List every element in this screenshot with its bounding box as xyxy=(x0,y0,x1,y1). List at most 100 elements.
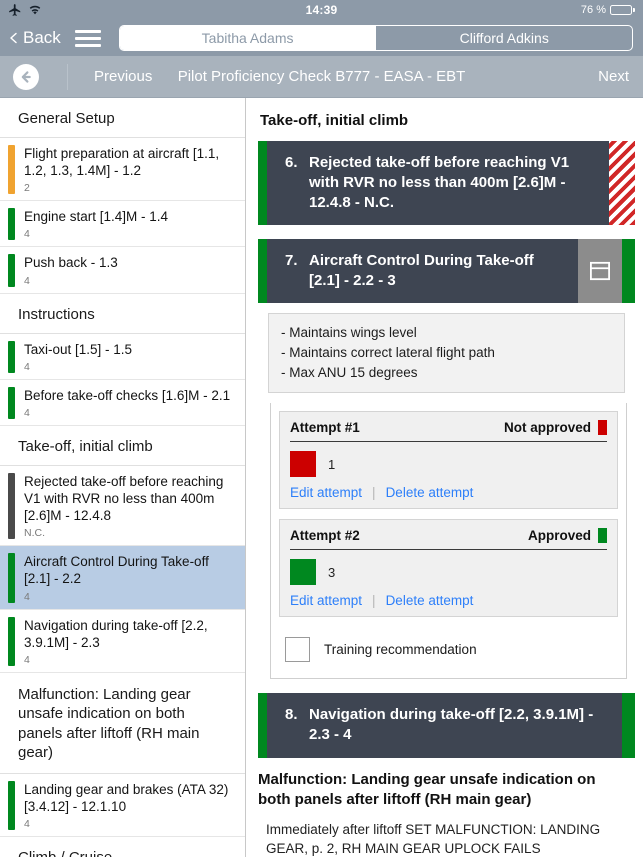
sidebar-item-text: Landing gear and brakes (ATA 32) [3.4.12… xyxy=(24,781,237,830)
action-divider: | xyxy=(372,593,376,609)
attempt-2-header: Attempt #2 Approved xyxy=(290,528,607,551)
attempt-1-status-chip xyxy=(598,420,607,436)
task-8-grade-bar xyxy=(258,693,267,758)
sidebar-item-text: Engine start [1.4]M - 1.4 4 xyxy=(24,208,237,240)
status-clock: 14:39 xyxy=(305,3,338,17)
session-toolbar: Previous Pilot Proficiency Check B777 - … xyxy=(0,56,643,98)
sidebar-item-text: Navigation during take-off [2.2, 3.9.1M]… xyxy=(24,617,237,666)
arrow-left-circle-icon[interactable] xyxy=(13,63,39,90)
back-button-label: Back xyxy=(23,28,61,47)
attempt-2-label: Attempt #2 xyxy=(290,528,360,544)
attempt-1-edit-link[interactable]: Edit attempt xyxy=(290,485,362,500)
segment-tabitha-adams[interactable]: Tabitha Adams xyxy=(119,26,377,50)
sidebar-item-text: Before take-off checks [1.6]M - 2.1 4 xyxy=(24,387,237,419)
sidebar-group-header: General Setup xyxy=(0,98,245,138)
attempt-card-1[interactable]: Attempt #1 Not approved 1 Edit attempt | xyxy=(279,411,618,510)
attempt-1-status-label: Not approved xyxy=(503,420,591,436)
sidebar-item-grade-value: 4 xyxy=(24,228,30,241)
previous-button[interactable]: Previous xyxy=(67,63,152,90)
criteria-line: - Maintains correct lateral flight path xyxy=(281,345,495,361)
task-7-status-bar xyxy=(622,239,635,304)
sidebar-item-grade-bar xyxy=(8,386,15,419)
exercise-detail-pane[interactable]: Take-off, initial climb 6. Rejected take… xyxy=(246,98,643,857)
training-recommendation-row[interactable]: Training recommendation xyxy=(279,627,618,670)
hamburger-menu-icon[interactable] xyxy=(74,29,101,47)
attempt-1-delete-link[interactable]: Delete attempt xyxy=(386,485,474,500)
attempt-1-label: Attempt #1 xyxy=(290,420,360,436)
sidebar-item-grade-value: 4 xyxy=(24,818,30,831)
exercise-sidebar[interactable]: General Setup Flight preparation at aircr… xyxy=(0,98,246,857)
sidebar-item-grade-bar xyxy=(8,254,15,287)
task-6-header[interactable]: 6. Rejected take-off before reaching V1 … xyxy=(258,141,635,226)
task-card-8[interactable]: 8. Navigation during take-off [2.2, 3.9.… xyxy=(258,693,635,758)
attempt-1-grade: 1 xyxy=(290,442,607,485)
content-split: General Setup Flight preparation at aircr… xyxy=(0,98,643,857)
sidebar-group-header: Instructions xyxy=(0,294,245,334)
sidebar-item-label: Before take-off checks [1.6]M - 2.1 xyxy=(24,387,231,403)
task-8-heading: 8. Navigation during take-off [2.2, 3.9.… xyxy=(267,693,622,757)
attempt-1-status: Not approved xyxy=(503,420,607,436)
task-7-header[interactable]: 7. Aircraft Control During Take-off [2.1… xyxy=(258,239,635,304)
sidebar-item-text: Rejected take-off before reaching V1 wit… xyxy=(24,473,237,539)
attempt-2-grade-value: 3 xyxy=(328,564,336,580)
sidebar-item-grade-value: 4 xyxy=(24,653,30,666)
sidebar-item[interactable]: Before take-off checks [1.6]M - 2.1 4 xyxy=(0,379,245,426)
sidebar-item-grade-value: N.C. xyxy=(24,527,45,540)
next-button[interactable]: Next xyxy=(598,68,629,85)
student-segmented-control[interactable]: Tabitha Adams Clifford Adkins xyxy=(118,25,633,51)
sidebar-item-grade-bar xyxy=(8,340,15,373)
attempt-2-status-label: Approved xyxy=(527,528,591,544)
sidebar-item[interactable]: Taxi-out [1.5] - 1.5 4 xyxy=(0,333,245,380)
action-divider: | xyxy=(372,485,376,501)
attempt-2-actions: Edit attempt | Delete attempt xyxy=(290,593,607,608)
attempt-2-edit-link[interactable]: Edit attempt xyxy=(290,593,362,608)
sidebar-item-label: Push back - 1.3 xyxy=(24,255,118,271)
sidebar-item-label: Navigation during take-off [2.2, 3.9.1M]… xyxy=(24,617,208,650)
task-7-grade-bar xyxy=(258,239,267,304)
sidebar-group-header: Take-off, initial climb xyxy=(0,426,245,466)
form-window-icon xyxy=(590,262,610,281)
task-6-number: 6. xyxy=(285,154,298,171)
task-6-heading: 6. Rejected take-off before reaching V1 … xyxy=(267,141,609,225)
ios-status-bar: 14:39 76 % xyxy=(0,0,643,20)
sidebar-item-label: Flight preparation at aircraft [1.1, 1.2… xyxy=(24,146,220,179)
attempt-card-2[interactable]: Attempt #2 Approved 3 Edit attempt | Del xyxy=(279,519,618,618)
sidebar-item-grade-bar xyxy=(8,208,15,241)
sidebar-item[interactable]: Aircraft Control During Take-off [2.1] -… xyxy=(0,546,245,610)
task-7-heading: 7. Aircraft Control During Take-off [2.1… xyxy=(267,239,578,303)
sidebar-item[interactable]: Landing gear and brakes (ATA 32) [3.4.12… xyxy=(0,773,245,838)
sidebar-item-label: Aircraft Control During Take-off [2.1] -… xyxy=(24,554,209,587)
sidebar-item-grade-value: 2 xyxy=(24,182,30,195)
task-7-form-button[interactable] xyxy=(578,239,622,304)
sidebar-item-text: Push back - 1.3 4 xyxy=(24,254,237,286)
attempt-2-grade-chip xyxy=(290,559,316,586)
criteria-line: - Max ANU 15 degrees xyxy=(281,365,418,381)
back-button[interactable]: Back xyxy=(8,28,61,48)
task-card-7[interactable]: 7. Aircraft Control During Take-off [2.1… xyxy=(258,239,635,680)
attempt-2-status: Approved xyxy=(527,528,607,544)
sidebar-item[interactable]: Navigation during take-off [2.2, 3.9.1M]… xyxy=(0,609,245,673)
sidebar-item[interactable]: Rejected take-off before reaching V1 wit… xyxy=(0,465,245,547)
sidebar-item[interactable]: Push back - 1.3 4 xyxy=(0,247,245,294)
sidebar-item-grade-value: 4 xyxy=(24,406,30,419)
sidebar-item-text: Flight preparation at aircraft [1.1, 1.2… xyxy=(24,145,237,194)
chevron-left-icon xyxy=(10,32,17,44)
sidebar-item-grade-value: 4 xyxy=(24,360,30,373)
segment-clifford-adkins[interactable]: Clifford Adkins xyxy=(376,26,632,50)
task-8-header[interactable]: 8. Navigation during take-off [2.2, 3.9.… xyxy=(258,693,635,758)
attempt-1-actions: Edit attempt | Delete attempt xyxy=(290,485,607,500)
task-8-number: 8. xyxy=(285,706,298,724)
sidebar-group-header: Malfunction: Landing gear unsafe indicat… xyxy=(0,673,245,774)
task-6-not-completed-marker xyxy=(609,141,635,226)
sidebar-item[interactable]: Flight preparation at aircraft [1.1, 1.2… xyxy=(0,138,245,202)
training-recommendation-checkbox[interactable] xyxy=(285,637,310,663)
sidebar-item-grade-value: 4 xyxy=(24,274,30,287)
sidebar-item-grade-bar xyxy=(8,145,15,195)
task-card-6[interactable]: 6. Rejected take-off before reaching V1 … xyxy=(258,141,635,226)
task-7-title: Aircraft Control During Take-off [2.1] -… xyxy=(309,252,534,290)
sidebar-item[interactable]: Engine start [1.4]M - 1.4 4 xyxy=(0,201,245,248)
attempt-1-header: Attempt #1 Not approved xyxy=(290,420,607,443)
task-7-attempts: Attempt #1 Not approved 1 Edit attempt | xyxy=(270,403,627,680)
battery-icon xyxy=(610,5,635,15)
attempt-2-delete-link[interactable]: Delete attempt xyxy=(386,593,474,608)
